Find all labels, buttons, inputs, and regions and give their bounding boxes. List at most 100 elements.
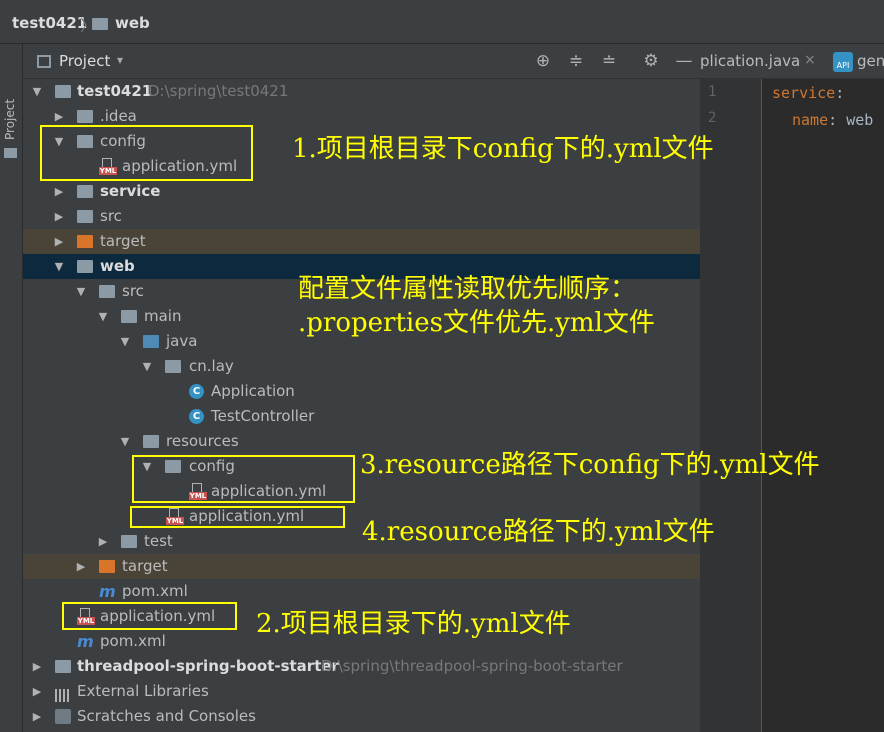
chevron-right-icon[interactable]: ▶ <box>31 654 43 679</box>
folder-icon <box>121 310 137 323</box>
tree-row-service[interactable]: ▶ service <box>23 179 700 204</box>
chevron-right-icon[interactable]: ▶ <box>97 529 109 554</box>
tree-row-web-target[interactable]: ▶ target <box>23 554 700 579</box>
locate-icon[interactable]: ⊕ <box>533 51 553 71</box>
tree-label: src <box>122 282 144 300</box>
annotation-title-1: 配置文件属性读取优先顺序： <box>298 274 637 304</box>
chevron-right-icon[interactable]: ▶ <box>31 679 43 704</box>
tree-row-threadpool[interactable]: ▶ threadpool-spring-boot-starter D:\spri… <box>23 654 700 679</box>
tree-label: cn.lay <box>189 357 234 375</box>
folder-icon <box>77 210 93 223</box>
scratches-icon <box>55 709 71 724</box>
tree-label: pom.xml <box>122 582 188 600</box>
chevron-right-icon[interactable]: ▶ <box>53 179 65 204</box>
tree-label: External Libraries <box>77 682 209 700</box>
tree-label: Scratches and Consoles <box>77 707 256 725</box>
resources-folder-icon <box>143 435 159 448</box>
gear-icon[interactable]: ⚙ <box>641 51 661 71</box>
source-folder-icon <box>143 335 159 348</box>
tree-label: TestController <box>211 407 315 425</box>
tree-row-target[interactable]: ▶ target <box>23 229 700 254</box>
breadcrumb-module[interactable]: web <box>115 14 150 32</box>
chevron-down-icon[interactable]: ▼ <box>75 279 87 304</box>
tree-path: D:\spring\threadpool-spring-boot-starter <box>321 657 623 675</box>
folder-icon <box>4 148 17 158</box>
annotation-box-2 <box>62 602 237 630</box>
tree-label: Application <box>211 382 295 400</box>
line-number: 2 <box>708 110 717 126</box>
chevron-down-icon[interactable]: ▼ <box>97 304 109 329</box>
project-window-icon <box>37 55 51 68</box>
code-line-1[interactable]: service: <box>772 84 844 102</box>
chevron-right-icon[interactable]: ▶ <box>53 204 65 229</box>
folder-icon <box>77 110 93 123</box>
tree-label: service <box>100 182 161 200</box>
tree-row-package[interactable]: ▼ cn.lay <box>23 354 700 379</box>
tree-row-controller[interactable]: C TestController <box>23 404 700 429</box>
yaml-key: service <box>772 84 836 102</box>
chevron-down-icon[interactable]: ▼ <box>53 254 65 279</box>
annotation-box-4 <box>130 506 345 528</box>
tree-row-root[interactable]: ▼ test0421 D:\spring\test0421 <box>23 79 700 104</box>
tree-label: java <box>166 332 198 350</box>
line-number: 1 <box>708 84 717 100</box>
close-icon[interactable]: × <box>804 52 816 68</box>
yaml-key: name <box>792 111 829 129</box>
folder-icon <box>92 18 108 30</box>
line-number-gutter: 1 2 <box>700 79 762 732</box>
yaml-colon: : <box>835 84 845 102</box>
api-icon: API <box>833 52 853 72</box>
tree-label: test <box>144 532 173 550</box>
chevron-right-icon[interactable]: ▶ <box>75 554 87 579</box>
editor-tab-gen[interactable]: gen <box>857 52 884 70</box>
left-tool-strip: Project <box>0 44 23 732</box>
module-folder-icon <box>55 85 71 98</box>
collapse-all-icon[interactable]: ≐ <box>599 51 619 71</box>
tree-label: web <box>100 257 135 275</box>
maven-icon: m <box>99 582 116 601</box>
tree-label: target <box>100 232 146 250</box>
project-tool-tab[interactable]: Project <box>3 99 17 140</box>
breadcrumb-project[interactable]: test0421 <box>12 14 87 32</box>
excluded-folder-icon <box>77 235 93 248</box>
chevron-down-icon[interactable]: ▾ <box>117 53 123 67</box>
chevron-down-icon[interactable]: ▼ <box>119 329 131 354</box>
module-folder-icon <box>55 660 71 673</box>
project-panel-title[interactable]: Project <box>59 52 110 70</box>
chevron-right-icon[interactable]: ▶ <box>53 229 65 254</box>
tree-label: main <box>144 307 182 325</box>
yaml-colon: : <box>828 111 838 129</box>
module-folder-icon <box>77 260 93 273</box>
java-class-icon: C <box>189 409 204 424</box>
chevron-down-icon[interactable]: ▼ <box>31 79 43 104</box>
tree-label: test0421 <box>77 82 153 100</box>
chevron-down-icon[interactable]: ▼ <box>119 429 131 454</box>
minimize-icon[interactable]: — <box>674 51 694 71</box>
tree-row-libraries[interactable]: ▶ External Libraries <box>23 679 700 704</box>
tree-row-src[interactable]: ▶ src <box>23 204 700 229</box>
chevron-down-icon[interactable]: ▼ <box>141 354 153 379</box>
code-line-2[interactable]: name: web <box>792 111 873 129</box>
library-icon <box>55 685 71 702</box>
tree-label: threadpool-spring-boot-starter <box>77 657 339 675</box>
project-panel-header: Project ▾ ⊕ ≑ ≐ ⚙ — <box>23 44 700 79</box>
excluded-folder-icon <box>99 560 115 573</box>
tree-label: pom.xml <box>100 632 166 650</box>
expand-all-icon[interactable]: ≑ <box>566 51 586 71</box>
annotation-2: 2.项目根目录下的.yml文件 <box>256 609 571 639</box>
tree-row-res-config-yml[interactable]: YML application.yml <box>23 479 700 504</box>
annotation-3: 3.resource路径下config下的.yml文件 <box>360 450 820 480</box>
tree-path: D:\spring\test0421 <box>148 82 289 100</box>
tree-row-web-pom[interactable]: m pom.xml <box>23 579 700 604</box>
package-icon <box>165 360 181 373</box>
chevron-right-icon[interactable]: ▶ <box>31 704 43 729</box>
maven-icon: m <box>77 632 94 651</box>
tree-row-application[interactable]: C Application <box>23 379 700 404</box>
folder-icon <box>121 535 137 548</box>
java-class-icon: C <box>189 384 204 399</box>
editor-tab-application-java[interactable]: plication.java <box>700 52 800 70</box>
editor-tab-bar: plication.java × API gen <box>700 44 884 79</box>
tree-row-scratches[interactable]: ▶ Scratches and Consoles <box>23 704 700 729</box>
tree-label: resources <box>166 432 239 450</box>
module-folder-icon <box>77 185 93 198</box>
